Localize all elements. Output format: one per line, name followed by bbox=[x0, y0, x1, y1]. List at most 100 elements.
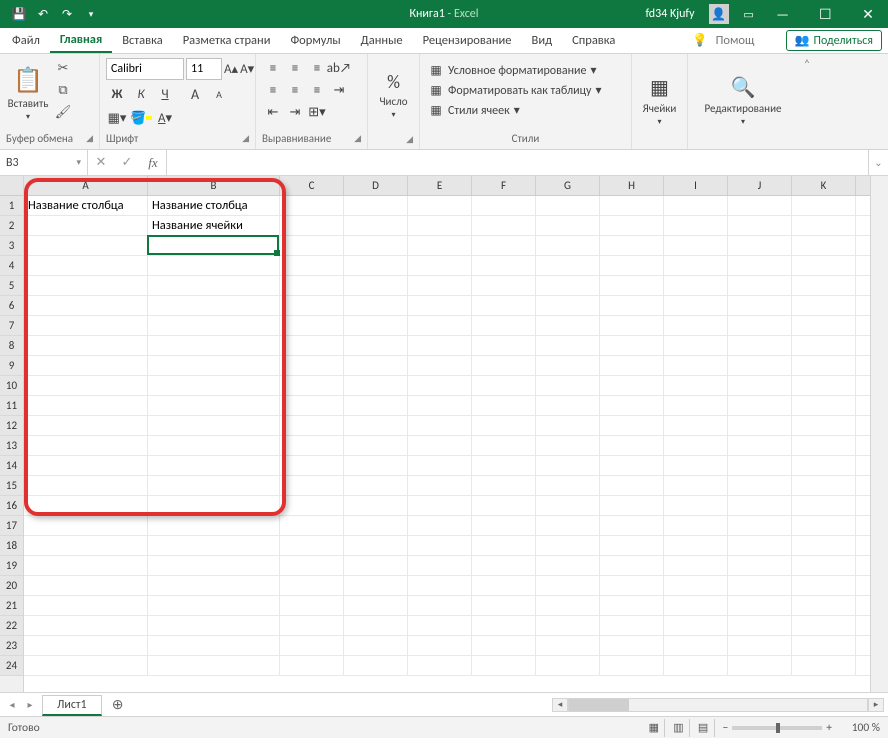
tab-file[interactable]: Файл bbox=[2, 28, 50, 53]
cell[interactable] bbox=[792, 636, 856, 655]
cell[interactable] bbox=[472, 496, 536, 515]
cell[interactable] bbox=[728, 256, 792, 275]
zoom-level[interactable]: 100 % bbox=[836, 721, 880, 735]
row-header[interactable]: 9 bbox=[0, 356, 23, 376]
cell[interactable] bbox=[24, 616, 148, 635]
cell[interactable] bbox=[280, 656, 344, 675]
cell[interactable] bbox=[344, 436, 408, 455]
cell[interactable]: Название столбца bbox=[24, 196, 148, 215]
cell[interactable] bbox=[472, 376, 536, 395]
row-header[interactable]: 5 bbox=[0, 276, 23, 296]
select-all-cell[interactable] bbox=[0, 176, 23, 196]
cell[interactable] bbox=[408, 256, 472, 275]
cell[interactable] bbox=[148, 356, 280, 375]
cell[interactable] bbox=[472, 236, 536, 255]
cell[interactable] bbox=[344, 616, 408, 635]
cell[interactable] bbox=[148, 416, 280, 435]
cell[interactable] bbox=[792, 596, 856, 615]
bold-button[interactable]: Ж bbox=[106, 84, 128, 104]
cell[interactable] bbox=[600, 496, 664, 515]
row-header[interactable]: 4 bbox=[0, 256, 23, 276]
cell[interactable] bbox=[536, 556, 600, 575]
format-as-table-button[interactable]: ▦Форматировать как таблицу ▾ bbox=[426, 82, 626, 99]
cell[interactable] bbox=[24, 436, 148, 455]
increase-font-icon[interactable]: A bbox=[184, 84, 206, 104]
name-box[interactable]: B3▾ bbox=[0, 150, 88, 175]
cell[interactable] bbox=[280, 636, 344, 655]
cell[interactable] bbox=[148, 496, 280, 515]
cell[interactable] bbox=[792, 256, 856, 275]
formula-input[interactable] bbox=[167, 150, 868, 175]
cell[interactable] bbox=[728, 376, 792, 395]
tab-help[interactable]: Справка bbox=[562, 28, 625, 53]
cell[interactable] bbox=[344, 596, 408, 615]
cell[interactable] bbox=[148, 296, 280, 315]
cell[interactable] bbox=[148, 536, 280, 555]
cell[interactable] bbox=[664, 656, 728, 675]
cell[interactable] bbox=[408, 496, 472, 515]
row-header[interactable]: 12 bbox=[0, 416, 23, 436]
cell[interactable] bbox=[472, 516, 536, 535]
expand-formula-bar-icon[interactable]: ⌄ bbox=[868, 150, 888, 175]
cell[interactable] bbox=[664, 536, 728, 555]
row-header[interactable]: 22 bbox=[0, 616, 23, 636]
cell[interactable] bbox=[148, 376, 280, 395]
cell[interactable] bbox=[344, 656, 408, 675]
cell[interactable] bbox=[344, 316, 408, 335]
cell[interactable] bbox=[24, 236, 148, 255]
fill-color-icon[interactable]: 🪣 bbox=[130, 108, 152, 128]
cell[interactable] bbox=[280, 576, 344, 595]
user-avatar-icon[interactable]: 👤 bbox=[709, 4, 729, 24]
enter-formula-icon[interactable]: ✓ bbox=[114, 155, 140, 170]
cell[interactable] bbox=[792, 496, 856, 515]
cell[interactable] bbox=[792, 416, 856, 435]
cell[interactable] bbox=[280, 616, 344, 635]
column-header[interactable]: B bbox=[148, 176, 280, 195]
cancel-formula-icon[interactable]: ✕ bbox=[88, 155, 114, 170]
row-header[interactable]: 8 bbox=[0, 336, 23, 356]
cell[interactable] bbox=[472, 336, 536, 355]
cell[interactable] bbox=[664, 236, 728, 255]
cell[interactable] bbox=[792, 356, 856, 375]
cell[interactable] bbox=[148, 636, 280, 655]
cell[interactable] bbox=[280, 436, 344, 455]
font-launcher-icon[interactable]: ◢ bbox=[236, 133, 249, 144]
cell[interactable] bbox=[408, 596, 472, 615]
underline-button[interactable]: Ч bbox=[154, 84, 176, 104]
add-sheet-icon[interactable]: ⊕ bbox=[106, 695, 130, 714]
cell[interactable] bbox=[24, 396, 148, 415]
column-header[interactable]: I bbox=[664, 176, 728, 195]
cell[interactable] bbox=[664, 216, 728, 235]
cell[interactable] bbox=[408, 436, 472, 455]
cell[interactable] bbox=[280, 196, 344, 215]
cell[interactable] bbox=[24, 496, 148, 515]
cell[interactable] bbox=[472, 256, 536, 275]
cell[interactable] bbox=[24, 536, 148, 555]
cell[interactable] bbox=[600, 256, 664, 275]
cell[interactable] bbox=[148, 316, 280, 335]
cell[interactable] bbox=[536, 236, 600, 255]
cell[interactable] bbox=[472, 656, 536, 675]
cell[interactable] bbox=[536, 216, 600, 235]
fx-icon[interactable]: fx bbox=[140, 155, 166, 171]
align-center-icon[interactable]: ≡ bbox=[284, 80, 306, 100]
align-top-icon[interactable]: ≡ bbox=[262, 58, 284, 78]
wrap-text-icon[interactable]: ⇥ bbox=[328, 80, 350, 100]
column-header[interactable]: D bbox=[344, 176, 408, 195]
user-name[interactable]: fd34 Kjufy bbox=[637, 7, 702, 21]
cell[interactable] bbox=[280, 376, 344, 395]
cell[interactable] bbox=[472, 316, 536, 335]
cell[interactable] bbox=[280, 296, 344, 315]
number-format-button[interactable]: % Число ▾ bbox=[374, 58, 413, 132]
cell[interactable] bbox=[600, 416, 664, 435]
close-button[interactable]: ✕ bbox=[848, 0, 888, 28]
undo-icon[interactable]: ↶ bbox=[32, 3, 54, 25]
row-header[interactable]: 20 bbox=[0, 576, 23, 596]
cell[interactable] bbox=[664, 616, 728, 635]
cell[interactable] bbox=[408, 216, 472, 235]
cell[interactable] bbox=[344, 576, 408, 595]
cell[interactable] bbox=[344, 216, 408, 235]
cell[interactable] bbox=[148, 596, 280, 615]
cells-button[interactable]: ▦ Ячейки ▾ bbox=[638, 58, 681, 143]
zoom-in-icon[interactable]: + bbox=[826, 721, 832, 735]
